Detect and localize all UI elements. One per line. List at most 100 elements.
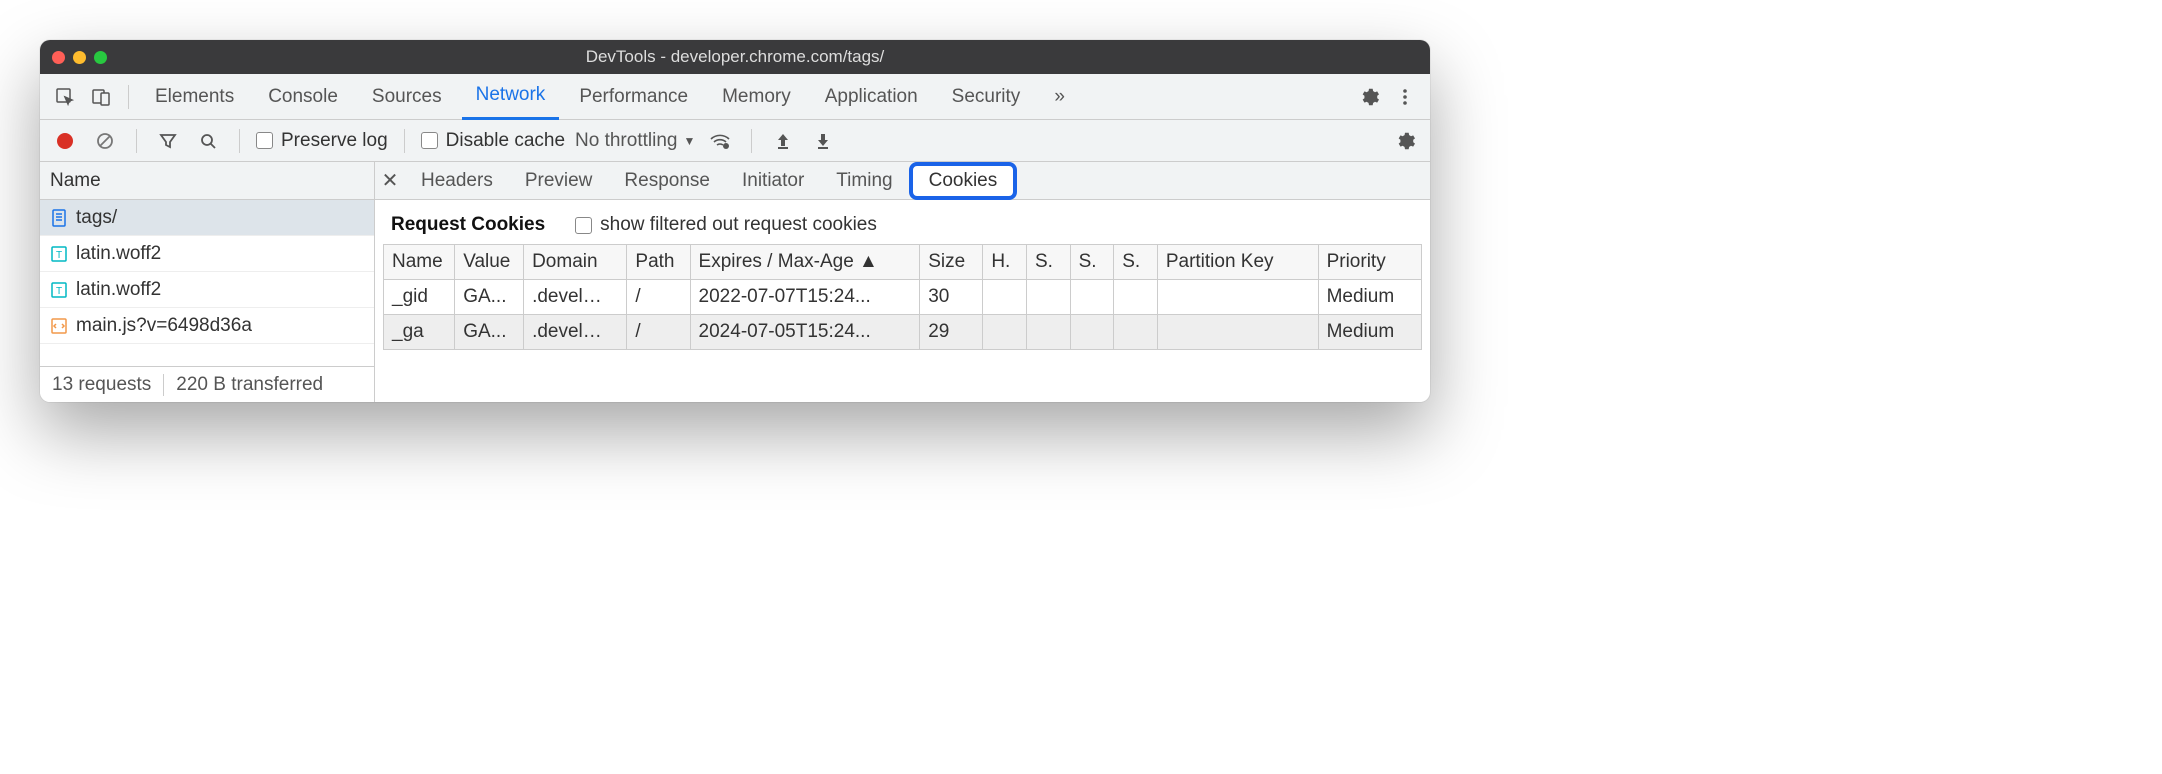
font-file-icon: T xyxy=(50,245,68,263)
close-icon[interactable] xyxy=(52,51,65,64)
col-samesite[interactable]: S. xyxy=(1070,245,1114,280)
request-list-header[interactable]: Name xyxy=(40,162,374,200)
cell-value: GA... xyxy=(455,315,524,350)
cell-domain: .devel… xyxy=(524,280,627,315)
preserve-log-checkbox[interactable]: Preserve log xyxy=(256,130,388,152)
tab-response[interactable]: Response xyxy=(608,162,726,200)
traffic-lights xyxy=(52,51,107,64)
filter-icon[interactable] xyxy=(153,126,183,156)
panel-tabbar: Elements Console Sources Network Perform… xyxy=(40,74,1430,120)
cookies-header-row: Request Cookies show filtered out reques… xyxy=(375,200,1430,244)
cookies-header: Request Cookies xyxy=(391,214,545,236)
device-toggle-icon[interactable] xyxy=(86,82,116,112)
table-row[interactable]: _ga GA... .devel… / 2024-07-05T15:24... … xyxy=(384,315,1422,350)
cell-expires: 2024-07-05T15:24... xyxy=(690,315,920,350)
separator xyxy=(136,129,137,153)
preserve-log-label: Preserve log xyxy=(281,130,388,152)
cookies-table: Name Value Domain Path Expires / Max-Age… xyxy=(383,244,1422,350)
table-row[interactable]: _gid GA... .devel… / 2022-07-07T15:24...… xyxy=(384,280,1422,315)
kebab-icon[interactable] xyxy=(1390,82,1420,112)
cell-priority: Medium xyxy=(1318,315,1421,350)
cell-pk xyxy=(1157,280,1318,315)
request-detail: ✕ Headers Preview Response Initiator Tim… xyxy=(375,162,1430,402)
cell-s1 xyxy=(1026,315,1070,350)
col-httponly[interactable]: H. xyxy=(983,245,1027,280)
checkbox-icon xyxy=(256,132,273,149)
cell-s2 xyxy=(1070,280,1114,315)
cell-expires: 2022-07-07T15:24... xyxy=(690,280,920,315)
cell-name: _ga xyxy=(384,315,455,350)
request-name: tags/ xyxy=(76,207,117,229)
tab-memory[interactable]: Memory xyxy=(708,74,805,120)
tab-cookies[interactable]: Cookies xyxy=(909,162,1018,200)
font-file-icon: T xyxy=(50,281,68,299)
col-name[interactable]: Name xyxy=(384,245,455,280)
request-row[interactable]: main.js?v=6498d36a xyxy=(40,308,374,344)
separator xyxy=(751,129,752,153)
col-domain[interactable]: Domain xyxy=(524,245,627,280)
show-filtered-checkbox[interactable]: show filtered out request cookies xyxy=(575,214,877,236)
cell-s3 xyxy=(1114,315,1158,350)
network-toolbar: Preserve log Disable cache No throttling… xyxy=(40,120,1430,162)
status-transferred: 220 B transferred xyxy=(164,374,335,396)
request-name: latin.woff2 xyxy=(76,243,161,265)
gear-icon[interactable] xyxy=(1354,82,1384,112)
close-detail-button[interactable]: ✕ xyxy=(375,168,405,193)
col-size[interactable]: Size xyxy=(920,245,983,280)
col-priority[interactable]: Priority xyxy=(1318,245,1421,280)
zoom-icon[interactable] xyxy=(94,51,107,64)
network-conditions-icon[interactable] xyxy=(705,126,735,156)
tab-headers[interactable]: Headers xyxy=(405,162,509,200)
svg-text:T: T xyxy=(56,250,62,261)
col-expires[interactable]: Expires / Max-Age ▲ xyxy=(690,245,920,280)
tab-initiator[interactable]: Initiator xyxy=(726,162,820,200)
request-row[interactable]: tags/ xyxy=(40,200,374,236)
cell-s2 xyxy=(1070,315,1114,350)
clear-icon[interactable] xyxy=(90,126,120,156)
minimize-icon[interactable] xyxy=(73,51,86,64)
tabs-more[interactable]: » xyxy=(1040,74,1079,120)
status-bar: 13 requests 220 B transferred xyxy=(40,366,374,402)
inspect-icon[interactable] xyxy=(50,82,80,112)
tab-security[interactable]: Security xyxy=(938,74,1035,120)
download-icon[interactable] xyxy=(808,126,838,156)
show-filtered-label: show filtered out request cookies xyxy=(600,214,877,236)
request-row[interactable]: T latin.woff2 xyxy=(40,272,374,308)
titlebar: DevTools - developer.chrome.com/tags/ xyxy=(40,40,1430,74)
col-value[interactable]: Value xyxy=(455,245,524,280)
cell-size: 30 xyxy=(920,280,983,315)
window-title: DevTools - developer.chrome.com/tags/ xyxy=(40,47,1430,67)
request-row[interactable]: T latin.woff2 xyxy=(40,236,374,272)
request-name: latin.woff2 xyxy=(76,279,161,301)
gear-icon[interactable] xyxy=(1390,126,1420,156)
devtools-window: DevTools - developer.chrome.com/tags/ El… xyxy=(40,40,1430,402)
cell-priority: Medium xyxy=(1318,280,1421,315)
col-path[interactable]: Path xyxy=(627,245,690,280)
tab-console[interactable]: Console xyxy=(254,74,352,120)
svg-text:T: T xyxy=(56,286,62,297)
tab-elements[interactable]: Elements xyxy=(141,74,248,120)
cell-s3 xyxy=(1114,280,1158,315)
cell-path: / xyxy=(627,315,690,350)
tab-preview[interactable]: Preview xyxy=(509,162,609,200)
cell-value: GA... xyxy=(455,280,524,315)
upload-icon[interactable] xyxy=(768,126,798,156)
record-button[interactable] xyxy=(50,126,80,156)
search-icon[interactable] xyxy=(193,126,223,156)
tab-timing[interactable]: Timing xyxy=(820,162,908,200)
separator xyxy=(404,129,405,153)
disable-cache-checkbox[interactable]: Disable cache xyxy=(421,130,565,152)
cell-pk xyxy=(1157,315,1318,350)
tab-performance[interactable]: Performance xyxy=(565,74,702,120)
throttling-select[interactable]: No throttling ▼ xyxy=(575,130,695,152)
col-partition-key[interactable]: Partition Key xyxy=(1157,245,1318,280)
disable-cache-label: Disable cache xyxy=(446,130,565,152)
tab-network[interactable]: Network xyxy=(462,74,560,120)
col-secure[interactable]: S. xyxy=(1026,245,1070,280)
tab-sources[interactable]: Sources xyxy=(358,74,456,120)
script-file-icon xyxy=(50,317,68,335)
cell-s1 xyxy=(1026,280,1070,315)
col-sameparty[interactable]: S. xyxy=(1114,245,1158,280)
tab-application[interactable]: Application xyxy=(811,74,932,120)
cell-h xyxy=(983,315,1027,350)
